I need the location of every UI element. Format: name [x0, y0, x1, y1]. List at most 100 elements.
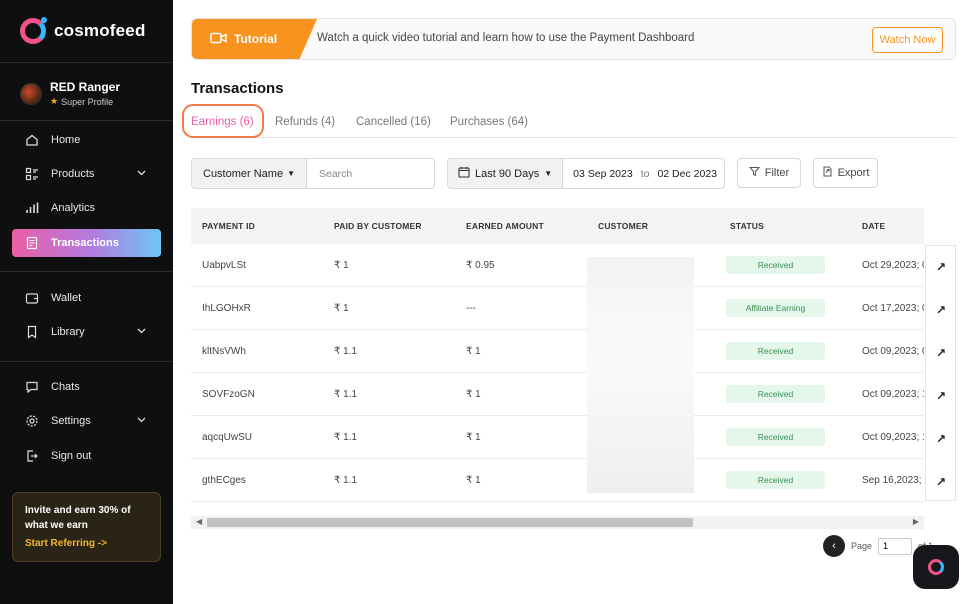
- open-arrow-icon[interactable]: ↗: [933, 302, 949, 318]
- tab-refunds[interactable]: Refunds (4): [275, 116, 335, 128]
- scrollbar-thumb[interactable]: [207, 518, 693, 527]
- chevron-down-icon[interactable]: [136, 167, 147, 181]
- tutorial-label: Tutorial: [234, 32, 278, 46]
- sidebar-item-wallet[interactable]: Wallet: [12, 284, 161, 312]
- chat-icon: [24, 379, 40, 395]
- page-number-input[interactable]: [878, 537, 913, 555]
- export-button[interactable]: Export: [813, 158, 878, 188]
- caret-down-icon: ▼: [287, 169, 295, 178]
- start-referring-link[interactable]: Start Referring ->: [25, 538, 148, 549]
- open-arrow-icon[interactable]: ↗: [933, 474, 949, 490]
- scroll-right-icon[interactable]: ▶: [913, 517, 919, 526]
- home-icon: [24, 132, 40, 148]
- customer-name-select[interactable]: Customer Name ▼: [192, 159, 307, 188]
- tab-cancelled[interactable]: Cancelled (16): [356, 116, 431, 128]
- paid-amount: ₹ 1: [334, 260, 349, 271]
- status-badge: Received: [726, 256, 825, 274]
- transactions-icon: [24, 235, 40, 251]
- sidebar-item-label: Analytics: [51, 202, 96, 214]
- col-status: STATUS: [730, 221, 764, 231]
- earned-amount: ₹ 0.95: [466, 260, 495, 271]
- table-row[interactable]: UabpvLSt ₹ 1 ₹ 0.95 Received Oct 29,2023…: [191, 244, 924, 287]
- sidebar-divider: [0, 361, 173, 362]
- open-arrow-icon[interactable]: ↗: [933, 345, 949, 361]
- date-to-label: to: [640, 167, 650, 180]
- paid-amount: ₹ 1.1: [334, 432, 358, 443]
- profile-subtitle: Super Profile: [61, 96, 114, 107]
- col-paid-by-customer: PAID BY CUSTOMER: [334, 221, 422, 231]
- col-payment-id: PAYMENT ID: [202, 221, 256, 231]
- date-cell: Sep 16,2023; 1: [862, 475, 924, 486]
- status-badge: Received: [726, 385, 825, 403]
- date-range-text[interactable]: 03 Sep 2023 to 02 Dec 2023: [563, 168, 717, 180]
- payment-id: gthECges: [202, 475, 246, 486]
- sidebar-item-products[interactable]: Products: [12, 160, 161, 188]
- sidebar-divider: [0, 120, 173, 121]
- sidebar-item-signout[interactable]: Sign out: [12, 442, 161, 470]
- earned-amount: ---: [466, 303, 476, 314]
- open-arrow-icon[interactable]: ↗: [933, 259, 949, 275]
- table-row[interactable]: IhLGOHxR ₹ 1 --- Affiliate Earning Oct 1…: [191, 287, 924, 330]
- sidebar-item-chats[interactable]: Chats: [12, 373, 161, 401]
- earned-amount: ₹ 1: [466, 389, 481, 400]
- chevron-down-icon[interactable]: [136, 325, 147, 339]
- table-row[interactable]: gthECges ₹ 1.1 ₹ 1 Received Sep 16,2023;…: [191, 459, 924, 502]
- row-actions-column: ↗ ↗ ↗ ↗ ↗ ↗: [925, 245, 956, 501]
- sidebar-divider: [0, 271, 173, 272]
- sidebar-item-library[interactable]: Library: [12, 318, 161, 346]
- products-icon: [24, 166, 40, 182]
- col-earned-amount: EARNED AMOUNT: [466, 221, 544, 231]
- table-row[interactable]: aqcqUwSU ₹ 1.1 ₹ 1 Received Oct 09,2023;…: [191, 416, 924, 459]
- paid-amount: ₹ 1.1: [334, 475, 358, 486]
- search-input[interactable]: [307, 167, 427, 180]
- prev-page-button[interactable]: ‹: [823, 535, 845, 557]
- table-row[interactable]: SOVFzoGN ₹ 1.1 ₹ 1 Received Oct 09,2023;…: [191, 373, 924, 416]
- bookmark-icon: [24, 324, 40, 340]
- brand-name: cosmofeed: [54, 21, 146, 40]
- table-row[interactable]: kltNsVWh ₹ 1.1 ₹ 1 Received Oct 09,2023;…: [191, 330, 924, 373]
- tab-highlight-ring: [182, 104, 264, 138]
- video-camera-icon: [210, 32, 227, 47]
- sidebar-item-home[interactable]: Home: [12, 126, 161, 154]
- avatar: [20, 82, 42, 105]
- paid-amount: ₹ 1.1: [334, 346, 358, 357]
- sidebar-item-label: Home: [51, 134, 81, 146]
- sidebar-item-transactions[interactable]: Transactions: [12, 229, 161, 257]
- date-cell: Oct 09,2023; 1: [862, 389, 924, 400]
- chevron-down-icon[interactable]: [136, 414, 147, 428]
- open-arrow-icon[interactable]: ↗: [933, 431, 949, 447]
- filter-button[interactable]: Filter: [737, 158, 801, 188]
- sidebar-item-settings[interactable]: Settings: [12, 407, 161, 435]
- col-customer: CUSTOMER: [598, 221, 649, 231]
- date-to: 02 Dec 2023: [657, 167, 717, 180]
- date-range-select[interactable]: Last 90 Days ▼: [448, 159, 564, 188]
- sidebar-item-label: Sign out: [51, 450, 92, 462]
- table-header: PAYMENT ID PAID BY CUSTOMER EARNED AMOUN…: [191, 208, 924, 244]
- tutorial-tag: Tutorial: [192, 19, 317, 59]
- customer-redacted-block: [587, 257, 694, 493]
- brand[interactable]: cosmofeed: [20, 17, 146, 44]
- watch-now-button[interactable]: Watch Now: [872, 27, 943, 53]
- horizontal-scrollbar[interactable]: ◀ ▶: [191, 516, 924, 529]
- transaction-tabs: Earnings (6) Refunds (4) Cancelled (16) …: [191, 110, 956, 138]
- caret-down-icon: ▼: [544, 169, 553, 178]
- tab-purchases[interactable]: Purchases (64): [450, 116, 528, 128]
- scroll-left-icon[interactable]: ◀: [196, 517, 202, 526]
- open-arrow-icon[interactable]: ↗: [933, 388, 949, 404]
- sidebar-item-analytics[interactable]: Analytics: [12, 194, 161, 222]
- sidebar: cosmofeed RED Ranger ★ Super Profile Hom…: [0, 0, 173, 604]
- status-badge: Affiliate Earning: [726, 299, 825, 317]
- profile[interactable]: RED Ranger ★ Super Profile: [20, 80, 120, 107]
- wallet-icon: [24, 290, 40, 306]
- filter-icon: [748, 166, 760, 180]
- cosmofeed-logo-icon: [928, 559, 944, 575]
- earned-amount: ₹ 1: [466, 475, 481, 486]
- page-label: Page: [851, 541, 873, 551]
- tutorial-banner: Tutorial Watch a quick video tutorial an…: [191, 18, 956, 60]
- gear-icon: [24, 413, 40, 429]
- paid-amount: ₹ 1: [334, 303, 349, 314]
- transactions-table: PAYMENT ID PAID BY CUSTOMER EARNED AMOUN…: [191, 208, 924, 502]
- floating-support-button[interactable]: [913, 545, 959, 589]
- col-date: DATE: [862, 221, 886, 231]
- date-cell: Oct 09,2023; 0: [862, 346, 924, 357]
